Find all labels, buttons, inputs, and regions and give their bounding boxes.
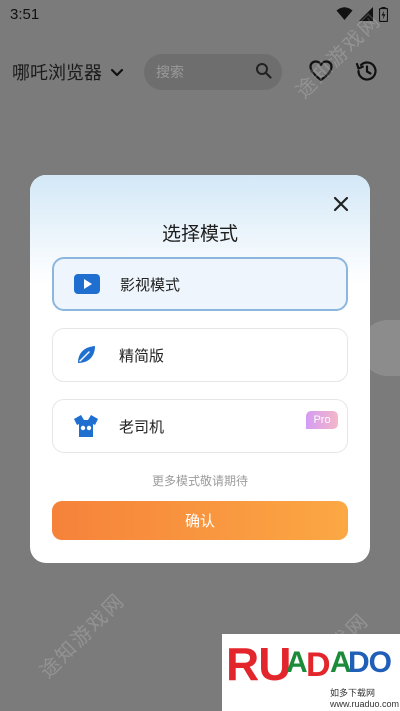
mode-option-lite[interactable]: 精简版	[52, 328, 348, 382]
status-bar: 3:51	[0, 0, 400, 28]
coming-soon-text: 更多模式敬请期待	[151, 474, 248, 488]
search-placeholder: 搜索	[156, 65, 184, 81]
mode-option-pro[interactable]: 老司机 Pro	[52, 399, 348, 453]
app-title: 哪吒浏览器	[12, 63, 102, 84]
site-logo: RU A D A DO 如多下载网 www.ruaduo.com	[222, 634, 400, 711]
leaf-icon	[53, 344, 119, 366]
shirt-icon	[53, 414, 119, 438]
mode-label: 影视模式	[120, 275, 181, 294]
dialog-title: 选择模式	[161, 223, 238, 245]
svg-text:A: A	[286, 646, 307, 679]
pro-badge: Pro	[306, 411, 338, 429]
search-input[interactable]: 搜索	[144, 54, 282, 90]
close-icon[interactable]	[328, 191, 354, 217]
chevron-down-icon	[110, 63, 124, 82]
play-icon	[54, 274, 120, 294]
svg-text:D: D	[306, 646, 330, 684]
history-icon[interactable]	[354, 58, 380, 88]
status-time: 3:51	[10, 5, 40, 23]
svg-text:DO: DO	[348, 646, 392, 679]
logo-subtitle: 如多下载网 www.ruaduo.com	[330, 688, 400, 709]
svg-text:RU: RU	[226, 638, 290, 690]
mode-label: 老司机	[119, 417, 165, 436]
mode-select-dialog: 选择模式 影视模式 精简版 老司机 Pro 更多模式敬请期待 确认	[30, 175, 370, 563]
confirm-button[interactable]: 确认	[52, 501, 348, 540]
mode-option-video[interactable]: 影视模式	[52, 257, 348, 311]
mode-label: 精简版	[119, 346, 165, 365]
search-icon[interactable]	[255, 62, 272, 83]
watermark: 途知游戏网	[34, 588, 130, 683]
app-title-dropdown[interactable]: 哪吒浏览器	[0, 59, 144, 85]
